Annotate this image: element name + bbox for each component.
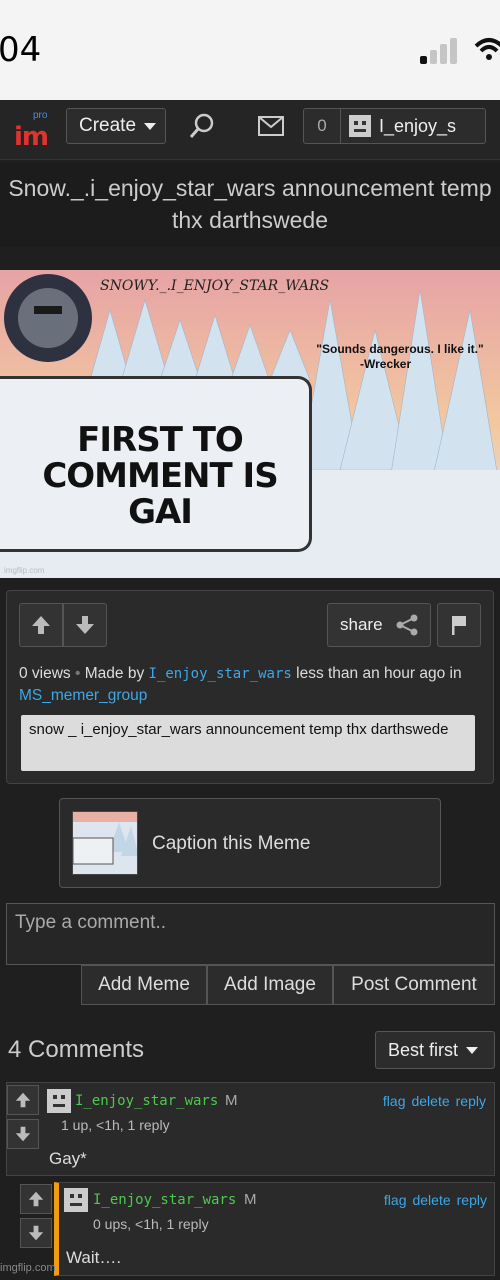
add-image-button[interactable]: Add Image bbox=[207, 965, 333, 1005]
status-time: 04 bbox=[0, 30, 42, 70]
arrow-down-icon bbox=[15, 1126, 31, 1142]
meme-header-text: SNOWY._.I_ENJOY_STAR_WARS bbox=[100, 278, 330, 294]
comment-downvote-button[interactable] bbox=[7, 1119, 39, 1149]
page-title: Snow._.i_enjoy_star_wars announcement te… bbox=[0, 162, 500, 247]
caption-meme-box[interactable]: Caption this Meme bbox=[59, 798, 441, 888]
upvote-button[interactable] bbox=[19, 603, 63, 647]
arrow-down-icon bbox=[76, 616, 94, 634]
meme-quote-author: -Wrecker bbox=[360, 357, 412, 371]
stream-link[interactable]: MS_memer_group bbox=[19, 687, 147, 704]
wifi-icon bbox=[474, 38, 500, 60]
comment-input[interactable] bbox=[6, 903, 495, 965]
comment-actions: Add Meme Add Image Post Comment bbox=[81, 965, 495, 1005]
comment: I_enjoy_star_wars M flag delete reply 1 … bbox=[6, 1082, 495, 1176]
delete-link[interactable]: delete bbox=[412, 1192, 450, 1208]
mail-icon[interactable] bbox=[258, 116, 284, 136]
meme-thumbnail bbox=[72, 811, 138, 875]
comment-stats: 1 up, <1h, 1 reply bbox=[61, 1117, 170, 1133]
meme-image[interactable]: SNOWY._.I_ENJOY_STAR_WARS "Sounds danger… bbox=[0, 270, 500, 578]
user-menu-button[interactable]: I_enjoy_s bbox=[340, 108, 486, 144]
top-nav: pro im Create 0 I_enjoy_s bbox=[0, 100, 500, 160]
logo-text: im bbox=[14, 122, 49, 152]
post-description: snow _ i_enjoy_star_wars announcement te… bbox=[21, 715, 475, 771]
views-count: 0 views bbox=[19, 665, 71, 682]
arrow-up-icon bbox=[32, 616, 50, 634]
avatar[interactable] bbox=[47, 1089, 71, 1113]
flag-link[interactable]: flag bbox=[383, 1093, 406, 1109]
comment-stats: 0 ups, <1h, 1 reply bbox=[93, 1216, 209, 1232]
meta-separator: • bbox=[75, 665, 81, 682]
arrow-down-icon bbox=[28, 1225, 44, 1241]
chevron-down-icon bbox=[144, 122, 157, 130]
post-meta: 0 views • Made by I_enjoy_star_wars less… bbox=[19, 663, 489, 706]
username-label: I_enjoy_s bbox=[379, 115, 457, 136]
comments-count: 4 Comments bbox=[8, 1036, 145, 1063]
reply-link[interactable]: reply bbox=[457, 1192, 487, 1208]
delete-link[interactable]: delete bbox=[411, 1093, 449, 1109]
mod-badge: M bbox=[225, 1092, 238, 1109]
post-comment-button[interactable]: Post Comment bbox=[333, 965, 495, 1005]
create-button[interactable]: Create bbox=[66, 108, 166, 144]
comment-upvote-button[interactable] bbox=[20, 1184, 52, 1214]
meme-card-text: FIRST TO COMMENT IS GAI bbox=[42, 420, 278, 532]
comment-upvote-button[interactable] bbox=[7, 1085, 39, 1115]
status-bar: 04 bbox=[0, 0, 500, 100]
reply-link[interactable]: reply bbox=[456, 1093, 486, 1109]
sort-dropdown[interactable]: Best first bbox=[375, 1031, 495, 1069]
comment-downvote-button[interactable] bbox=[20, 1218, 52, 1248]
share-label: share bbox=[340, 615, 383, 634]
post-info-panel: share 0 views • Made by I_enjoy_star_war… bbox=[6, 590, 494, 784]
notification-count[interactable]: 0 bbox=[303, 108, 341, 144]
made-by-label: Made by bbox=[84, 665, 145, 682]
comment-actions: flag delete reply bbox=[383, 1093, 486, 1109]
flag-button[interactable] bbox=[437, 603, 481, 647]
arrow-up-icon bbox=[15, 1092, 31, 1108]
meme-watermark: imgflip.com bbox=[4, 566, 45, 575]
create-label: Create bbox=[79, 115, 137, 136]
post-time: less than an hour ago in bbox=[296, 665, 462, 682]
comment-username[interactable]: I_enjoy_star_wars bbox=[93, 1192, 236, 1208]
search-icon[interactable] bbox=[188, 112, 216, 140]
logo-pro: pro bbox=[33, 110, 48, 121]
comment-text: Wait…. bbox=[66, 1248, 122, 1267]
share-icon bbox=[396, 614, 418, 636]
flag-icon bbox=[452, 616, 466, 635]
mod-badge: M bbox=[244, 1191, 257, 1208]
caption-label: Caption this Meme bbox=[152, 833, 311, 854]
add-meme-button[interactable]: Add Meme bbox=[81, 965, 207, 1005]
avatar bbox=[349, 115, 371, 137]
footer-watermark: imgflip.com bbox=[0, 1262, 56, 1274]
comment-actions: flag delete reply bbox=[384, 1192, 487, 1208]
thumbnail-image bbox=[73, 812, 137, 874]
avatar[interactable] bbox=[64, 1188, 88, 1212]
chevron-down-icon bbox=[466, 1046, 479, 1054]
imgflip-logo[interactable]: pro im bbox=[14, 110, 54, 152]
meme-quote: "Sounds dangerous. I like it." bbox=[316, 342, 484, 356]
sort-label: Best first bbox=[388, 1039, 459, 1060]
share-button[interactable]: share bbox=[327, 603, 431, 647]
comment-username[interactable]: I_enjoy_star_wars bbox=[75, 1093, 218, 1109]
comment-text: Gay* bbox=[49, 1149, 87, 1168]
signal-icon bbox=[420, 38, 462, 64]
author-link[interactable]: I_enjoy_star_wars bbox=[149, 666, 292, 682]
arrow-up-icon bbox=[28, 1191, 44, 1207]
downvote-button[interactable] bbox=[63, 603, 107, 647]
flag-link[interactable]: flag bbox=[384, 1192, 407, 1208]
